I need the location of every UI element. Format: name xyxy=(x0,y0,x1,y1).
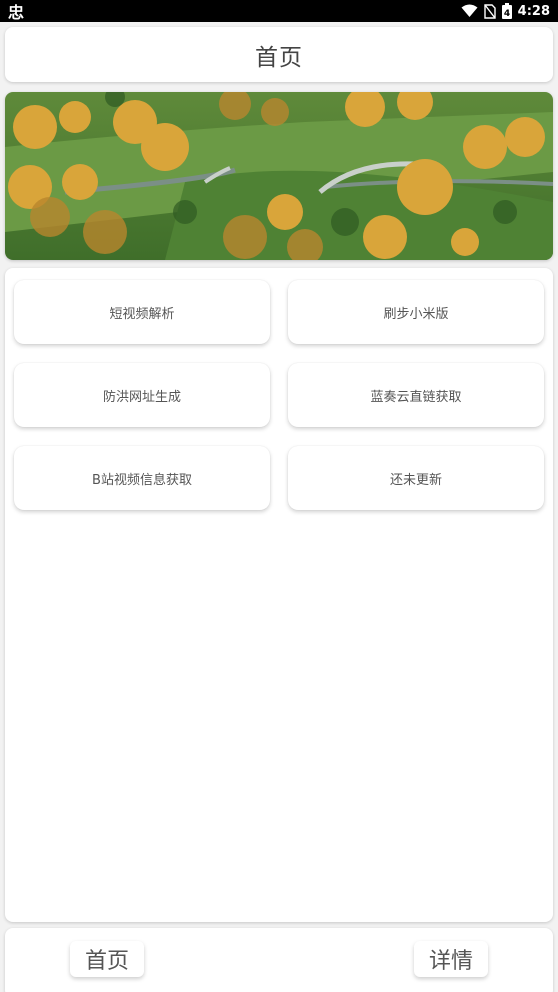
tools-panel: 短视频解析 刷步小米版 防洪网址生成 蓝奏云直链获取 B站视频信息获取 还未更新 xyxy=(5,268,553,922)
short-video-parse-button[interactable]: 短视频解析 xyxy=(14,280,270,344)
header-bar: 首页 xyxy=(5,27,553,82)
app-notification-icon: 忠 xyxy=(8,3,25,22)
wifi-icon xyxy=(461,4,478,17)
status-icons: 4 4:28 xyxy=(461,3,550,19)
clock: 4:28 xyxy=(517,3,550,19)
not-updated-button[interactable]: 还未更新 xyxy=(288,446,544,510)
svg-text:4: 4 xyxy=(504,9,510,19)
bilibili-video-info-button[interactable]: B站视频信息获取 xyxy=(14,446,270,510)
status-bar: 忠 4 4:28 xyxy=(0,0,558,22)
nav-home-button[interactable]: 首页 xyxy=(70,941,144,977)
no-sim-icon xyxy=(483,3,496,19)
xiaomi-step-button[interactable]: 刷步小米版 xyxy=(288,280,544,344)
landscape-illustration xyxy=(5,92,553,260)
anti-block-url-button[interactable]: 防洪网址生成 xyxy=(14,363,270,427)
banner-image[interactable] xyxy=(5,92,553,260)
nav-detail-button[interactable]: 详情 xyxy=(414,941,488,977)
battery-icon: 4 xyxy=(501,3,512,19)
lanzou-direct-link-button[interactable]: 蓝奏云直链获取 xyxy=(288,363,544,427)
page-title: 首页 xyxy=(255,44,303,71)
bottom-nav: 首页 详情 xyxy=(5,928,553,992)
